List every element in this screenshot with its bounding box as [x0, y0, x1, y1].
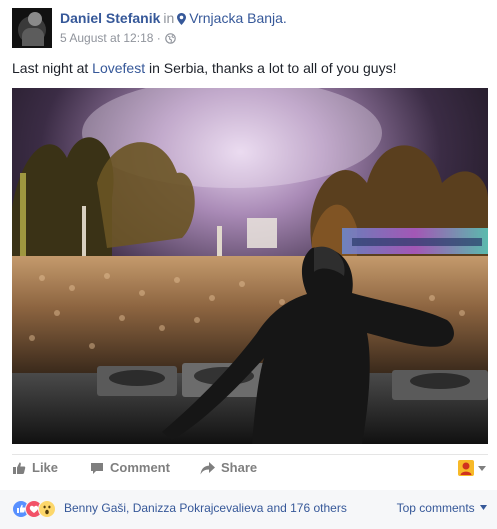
post-message: Last night at Lovefest in Serbia, thanks… — [12, 60, 396, 76]
post-actions-bar: Like Comment Share — [12, 456, 488, 486]
meta-separator: · — [156, 31, 161, 45]
in-word: in — [163, 10, 175, 26]
post-meta: 5 August at 12:18 · — [60, 31, 176, 47]
post-photo[interactable] — [12, 88, 488, 444]
message-suffix: in Serbia, thanks a lot to all of you gu… — [145, 60, 397, 76]
share-button[interactable]: Share — [200, 460, 257, 475]
comment-label: Comment — [110, 460, 170, 475]
reaction-picker-button[interactable] — [458, 459, 488, 479]
post-byline: Daniel Stefanik in Vrnjacka Banja. — [60, 10, 287, 28]
facebook-post: Daniel Stefanik in Vrnjacka Banja. 5 Augus… — [0, 0, 497, 529]
like-label: Like — [32, 460, 59, 475]
reaction-names-link[interactable]: Benny Gaši, Danizza Pokrajcevalieva and … — [64, 501, 347, 515]
thumbs-up-icon — [13, 462, 26, 474]
lovefest-link[interactable]: Lovefest — [92, 60, 145, 76]
top-comments-dropdown[interactable]: Top comments — [397, 501, 487, 515]
actions-top-divider — [12, 454, 488, 455]
location-pin-icon — [177, 12, 187, 28]
share-label: Share — [221, 460, 258, 475]
location-link[interactable]: Vrnjacka Banja. — [189, 10, 287, 26]
comment-icon — [91, 463, 103, 474]
share-arrow-icon — [200, 462, 215, 475]
reaction-icons[interactable] — [12, 500, 62, 518]
comment-button[interactable]: Comment — [90, 460, 170, 475]
privacy-globe-icon[interactable] — [164, 33, 176, 47]
post-header: Daniel Stefanik in Vrnjacka Banja. 5 Augus… — [12, 8, 482, 48]
post-timestamp[interactable]: 5 August at 12:18 — [60, 31, 153, 45]
like-button[interactable]: Like — [12, 460, 58, 475]
chevron-down-icon — [478, 466, 486, 471]
reactions-bar: Benny Gaši, Danizza Pokrajcevalieva and … — [0, 490, 497, 529]
wow-reaction-icon — [38, 500, 56, 518]
author-name[interactable]: Daniel Stefanik — [60, 10, 160, 26]
dj-crowd-photo — [12, 88, 488, 444]
author-avatar[interactable] — [12, 8, 52, 48]
message-prefix: Last night at — [12, 60, 93, 76]
caret-down-icon — [480, 505, 487, 510]
top-comments-label: Top comments — [396, 501, 475, 515]
